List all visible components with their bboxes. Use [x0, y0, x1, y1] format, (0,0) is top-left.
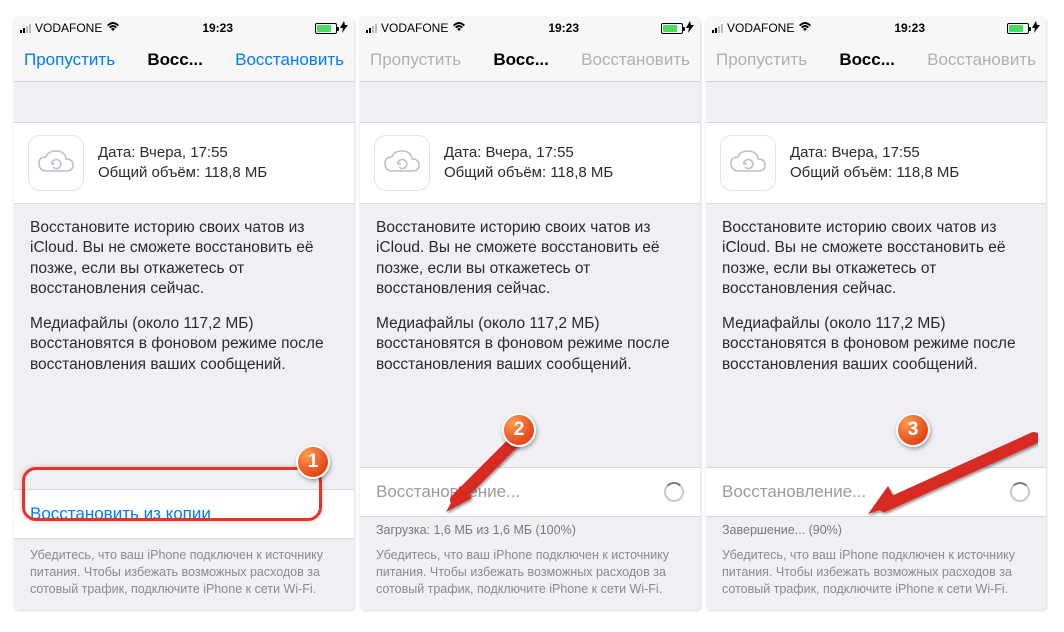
wifi-icon [452, 21, 466, 35]
cloud-refresh-icon [720, 135, 776, 191]
wifi-icon [798, 21, 812, 35]
desc-p1: Восстановите историю своих чатов из iClo… [376, 218, 684, 300]
status-bar: VODAFONE 19:23 [14, 18, 354, 38]
backup-info-card: Дата: Вчера, 17:55 Общий объём: 118,8 МБ [706, 122, 1046, 204]
backup-date: Дата: Вчера, 17:55 [790, 143, 959, 163]
backup-info-card: Дата: Вчера, 17:55 Общий объём: 118,8 МБ [14, 122, 354, 204]
restore-button: Восстановить [927, 50, 1036, 70]
finishing-progress: Завершение... (90%) [706, 517, 1046, 539]
description: Восстановите историю своих чатов из iClo… [360, 204, 700, 381]
content-area: Дата: Вчера, 17:55 Общий объём: 118,8 МБ… [706, 82, 1046, 610]
desc-p2: Медиафайлы (около 117,2 МБ) восстановятс… [376, 314, 684, 375]
nav-bar: Пропустить Восс... Восстановить [360, 38, 700, 82]
footnote: Убедитесь, что ваш iPhone подключен к ис… [14, 539, 354, 610]
screenshot-1: VODAFONE 19:23 Пропустить Восс... Восста… [14, 18, 354, 610]
restoring-row: Восстановление... [360, 467, 700, 517]
backup-size: Общий объём: 118,8 МБ [444, 163, 613, 183]
restore-from-copy-label: Восстановить из копии [30, 504, 211, 524]
battery-icon [315, 23, 337, 34]
bolt-icon [340, 21, 348, 36]
restore-from-copy-button[interactable]: Восстановить из копии [14, 489, 354, 539]
restoring-label: Восстановление... [376, 482, 520, 502]
restoring-row: Восстановление... [706, 467, 1046, 517]
content-area: Дата: Вчера, 17:55 Общий объём: 118,8 МБ… [14, 82, 354, 610]
bolt-icon [686, 21, 694, 36]
content-area: Дата: Вчера, 17:55 Общий объём: 118,8 МБ… [360, 82, 700, 610]
skip-button[interactable]: Пропустить [24, 50, 115, 70]
clock: 19:23 [120, 21, 315, 35]
screenshot-2: VODAFONE 19:23 Пропустить Восс... Восста… [360, 18, 700, 610]
backup-date: Дата: Вчера, 17:55 [98, 143, 267, 163]
skip-button: Пропустить [370, 50, 461, 70]
carrier-label: VODAFONE [727, 21, 794, 35]
clock: 19:23 [466, 21, 661, 35]
bolt-icon [1032, 21, 1040, 36]
signal-icon [366, 23, 377, 33]
step-badge-1: 1 [296, 445, 330, 479]
desc-p2: Медиафайлы (около 117,2 МБ) восстановятс… [722, 314, 1030, 375]
step-badge-2: 2 [502, 413, 536, 447]
status-bar: VODAFONE 19:23 [360, 18, 700, 38]
desc-p1: Восстановите историю своих чатов из iClo… [722, 218, 1030, 300]
clock: 19:23 [812, 21, 1007, 35]
backup-date: Дата: Вчера, 17:55 [444, 143, 613, 163]
signal-icon [20, 23, 31, 33]
spinner-icon [1010, 482, 1030, 502]
step-badge-3: 3 [896, 413, 930, 447]
backup-size: Общий объём: 118,8 МБ [98, 163, 267, 183]
page-title: Восс... [147, 50, 203, 70]
battery-icon [661, 23, 683, 34]
spinner-icon [664, 482, 684, 502]
cloud-refresh-icon [28, 135, 84, 191]
desc-p1: Восстановите историю своих чатов из iClo… [30, 218, 338, 300]
backup-info-card: Дата: Вчера, 17:55 Общий объём: 118,8 МБ [360, 122, 700, 204]
skip-button: Пропустить [716, 50, 807, 70]
cloud-refresh-icon [374, 135, 430, 191]
battery-icon [1007, 23, 1029, 34]
carrier-label: VODAFONE [381, 21, 448, 35]
restore-button[interactable]: Восстановить [235, 50, 344, 70]
restore-button: Восстановить [581, 50, 690, 70]
description: Восстановите историю своих чатов из iClo… [706, 204, 1046, 381]
wifi-icon [106, 21, 120, 35]
nav-bar: Пропустить Восс... Восстановить [706, 38, 1046, 82]
nav-bar: Пропустить Восс... Восстановить [14, 38, 354, 82]
description: Восстановите историю своих чатов из iClo… [14, 204, 354, 381]
page-title: Восс... [839, 50, 895, 70]
signal-icon [712, 23, 723, 33]
page-title: Восс... [493, 50, 549, 70]
download-progress: Загрузка: 1,6 МБ из 1,6 МБ (100%) [360, 517, 700, 539]
desc-p2: Медиафайлы (около 117,2 МБ) восстановятс… [30, 314, 338, 375]
backup-size: Общий объём: 118,8 МБ [790, 163, 959, 183]
screenshot-3: VODAFONE 19:23 Пропустить Восс... Восста… [706, 18, 1046, 610]
footnote: Убедитесь, что ваш iPhone подключен к ис… [360, 539, 700, 610]
footnote: Убедитесь, что ваш iPhone подключен к ис… [706, 539, 1046, 610]
restoring-label: Восстановление... [722, 482, 866, 502]
status-bar: VODAFONE 19:23 [706, 18, 1046, 38]
carrier-label: VODAFONE [35, 21, 102, 35]
